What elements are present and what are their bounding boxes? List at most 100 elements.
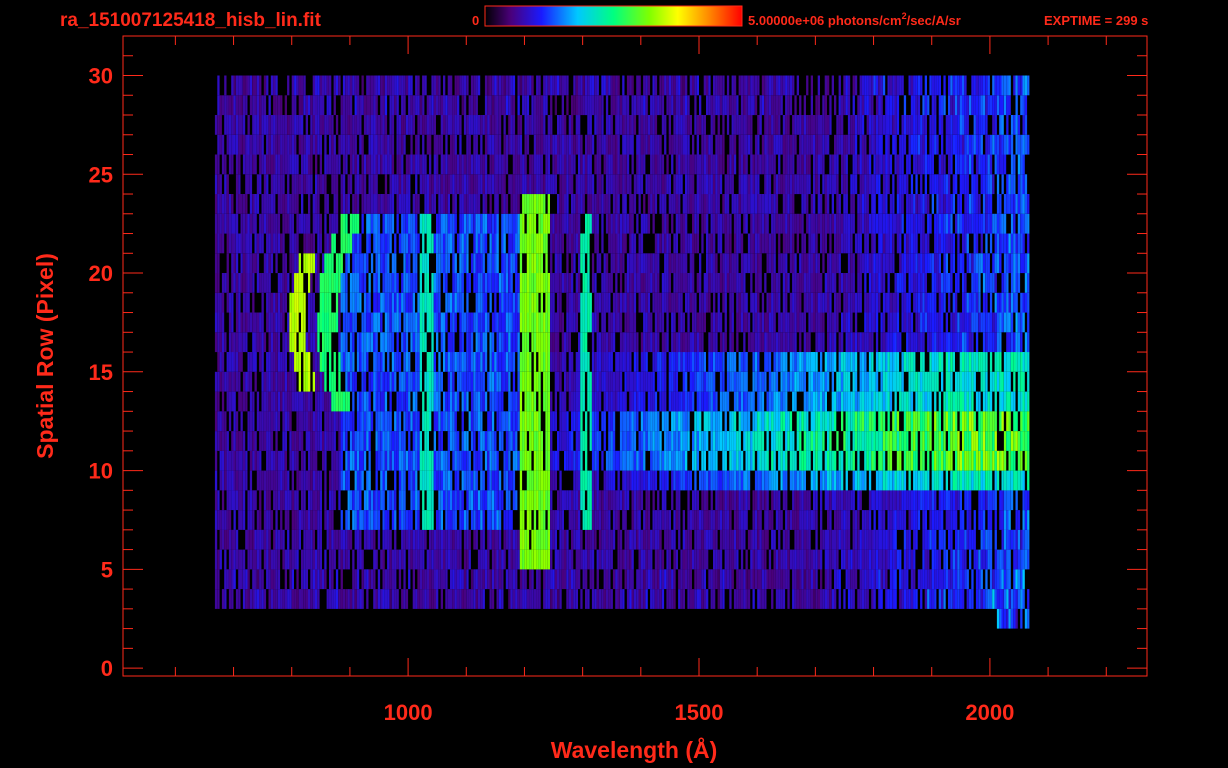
heatmap-cell [612, 490, 616, 511]
heatmap-cell [331, 431, 334, 451]
heatmap-cell [675, 332, 678, 353]
heatmap-cell [733, 529, 737, 550]
heatmap-cell [540, 549, 543, 570]
heatmap-cell [736, 95, 739, 116]
heatmap-cell [736, 332, 739, 353]
heatmap-cell [571, 391, 574, 412]
heatmap-cell [466, 510, 469, 530]
heatmap-cell [324, 549, 327, 570]
heatmap-cell [550, 115, 553, 135]
heatmap-cell [610, 529, 613, 550]
heatmap-cell [585, 75, 588, 96]
heatmap-cell [245, 95, 248, 116]
heatmap-cell [424, 194, 427, 214]
heatmap-cell [259, 95, 262, 116]
heatmap-cell [703, 312, 706, 333]
heatmap-cell [522, 95, 525, 116]
heatmap-cell [647, 411, 651, 432]
heatmap-cell [273, 490, 276, 511]
heatmap-cell [345, 292, 348, 313]
heatmap-cell [650, 371, 653, 392]
heatmap-cell [345, 213, 348, 234]
heatmap-cell [247, 411, 250, 432]
heatmap-cell [228, 490, 232, 511]
heatmap-cell [580, 371, 583, 392]
heatmap-cell [717, 549, 720, 570]
heatmap-cell [324, 371, 327, 392]
heatmap-cell [231, 95, 234, 116]
heatmap-cell [221, 371, 225, 392]
heatmap-cell [680, 213, 683, 234]
heatmap-cell [682, 253, 685, 274]
heatmap-cell [547, 510, 550, 530]
heatmap-cell [538, 352, 541, 372]
heatmap-cell [443, 115, 446, 135]
heatmap-cell [692, 253, 695, 274]
heatmap-cell [384, 411, 388, 432]
heatmap-cell [517, 213, 520, 234]
heatmap-cell [447, 154, 450, 175]
heatmap-cell [396, 411, 399, 432]
heatmap-cell [496, 253, 499, 274]
heatmap-cell [706, 75, 709, 96]
heatmap-cell [689, 115, 692, 135]
heatmap-cell [417, 194, 420, 214]
heatmap-cell [310, 95, 313, 116]
heatmap-cell [496, 273, 499, 293]
heatmap-cell [452, 510, 455, 530]
heatmap-cell [214, 549, 218, 570]
heatmap-cell [696, 154, 699, 175]
heatmap-cell [533, 233, 537, 254]
heatmap-cell [543, 75, 546, 96]
heatmap-cell [622, 589, 625, 609]
heatmap-cell [512, 253, 516, 274]
heatmap-cell [666, 154, 669, 175]
heatmap-cell [622, 253, 625, 274]
heatmap-cell [387, 292, 390, 313]
heatmap-cell [345, 589, 348, 609]
heatmap-cell [447, 332, 450, 353]
heatmap-cell [275, 253, 278, 274]
heatmap-cell [396, 194, 399, 214]
heatmap-cell [659, 312, 662, 333]
heatmap-cell [522, 371, 525, 392]
heatmap-cell [678, 174, 681, 195]
heatmap-cell [585, 233, 588, 254]
heatmap-cell [678, 312, 681, 333]
heatmap-cell [370, 115, 374, 135]
heatmap-cell [240, 569, 243, 590]
heatmap-cell [631, 292, 634, 313]
heatmap-cell [717, 431, 720, 451]
heatmap-cell [557, 312, 560, 333]
heatmap-cell [722, 95, 725, 116]
heatmap-cell [561, 194, 564, 214]
heatmap-cell [694, 450, 697, 471]
heatmap-cell [287, 490, 290, 511]
heatmap-cell [557, 549, 560, 570]
heatmap-cell [319, 569, 322, 590]
heatmap-cell [645, 95, 648, 116]
heatmap-cell [415, 352, 418, 372]
heatmap-cell [252, 411, 255, 432]
heatmap-cell [426, 174, 429, 195]
heatmap-cell [654, 95, 658, 116]
heatmap-cell [673, 352, 676, 372]
heatmap-cell [591, 312, 595, 333]
heatmap-cell [512, 154, 516, 175]
heatmap-cell [291, 134, 294, 155]
heatmap-cell [391, 273, 395, 293]
heatmap-cell [717, 569, 720, 590]
heatmap-cell [412, 490, 415, 511]
heatmap-cell [280, 490, 283, 511]
heatmap-cell [694, 75, 697, 96]
heatmap-cell [389, 213, 392, 234]
heatmap-cell [484, 549, 488, 570]
heatmap-cell [387, 253, 390, 274]
heatmap-cell [664, 115, 667, 135]
heatmap-cell [685, 549, 688, 570]
heatmap-cell [717, 194, 720, 214]
heatmap-cell [526, 510, 530, 530]
heatmap-cell [470, 470, 474, 491]
heatmap-cell [501, 549, 504, 570]
heatmap-cell [578, 490, 581, 511]
